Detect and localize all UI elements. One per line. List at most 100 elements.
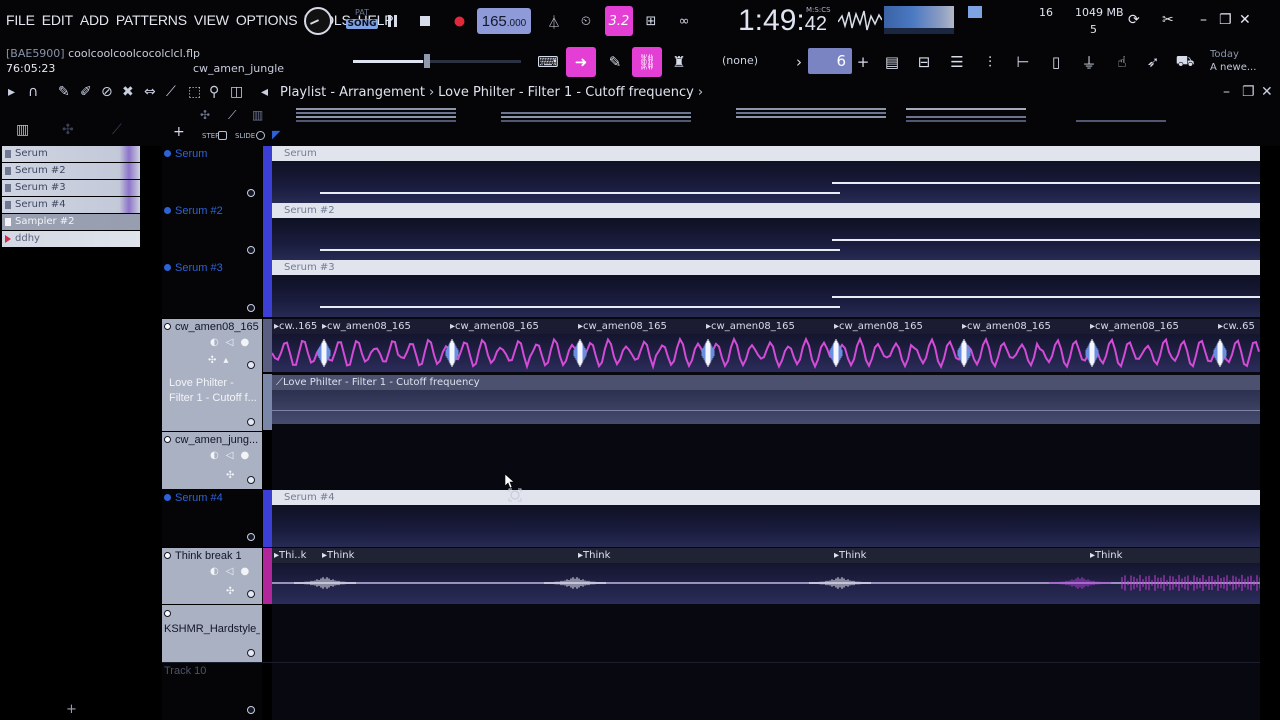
move-icon[interactable]: ✣ bbox=[208, 355, 216, 366]
collapse-icon[interactable]: ▴ bbox=[223, 355, 228, 366]
channel-rack-button[interactable]: ☰ bbox=[945, 51, 969, 73]
track-header[interactable]: Serum #4 bbox=[162, 490, 262, 547]
loop-record-button[interactable]: ∞ bbox=[673, 10, 695, 32]
master-volume-knob[interactable] bbox=[304, 7, 332, 35]
track-select-radio[interactable] bbox=[247, 533, 255, 541]
track-select-radio[interactable] bbox=[247, 476, 255, 484]
channel-select[interactable]: (none) bbox=[722, 54, 758, 67]
link-controllers-button[interactable]: ⛓ bbox=[632, 47, 662, 77]
menu-add[interactable]: ADD bbox=[80, 12, 109, 28]
automation-view-button[interactable]: ⟋ bbox=[112, 122, 122, 138]
mixer-button[interactable]: ⫶ bbox=[978, 51, 1002, 73]
record-dot-icon[interactable]: ● bbox=[240, 450, 249, 461]
delete-tool[interactable]: ⊘ bbox=[101, 84, 113, 100]
slice-tool[interactable]: ⟋ bbox=[166, 84, 176, 100]
picker-item[interactable]: Serum #3 bbox=[2, 180, 140, 196]
add-track-button[interactable]: + bbox=[173, 124, 185, 140]
picker-item[interactable]: Sampler #2 bbox=[2, 214, 140, 230]
fx-icon[interactable]: ◐ bbox=[210, 450, 219, 461]
playback-tool[interactable]: ◫ bbox=[230, 84, 243, 100]
menu-options[interactable]: OPTIONS bbox=[236, 12, 298, 28]
track-header[interactable]: cw_amen08_165 ◐ ◁ ● ✣ ▴ bbox=[162, 319, 262, 374]
record-button[interactable] bbox=[448, 10, 470, 32]
pattern-view-button[interactable]: ✣ bbox=[62, 122, 74, 138]
step-toggle[interactable] bbox=[218, 131, 227, 140]
fx-icon[interactable]: ◐ bbox=[210, 337, 219, 348]
shop-button[interactable]: ⛟ bbox=[1173, 51, 1197, 73]
plugin-database-button[interactable]: ⏚ bbox=[1077, 51, 1101, 73]
pattern-clip[interactable]: Serum #3 bbox=[272, 260, 1260, 317]
mute-tool[interactable]: ✖ bbox=[122, 84, 134, 100]
add-pattern-button[interactable]: + bbox=[851, 51, 875, 73]
audio-clip-row[interactable]: ▸ Thi..k 1 ▸ Think break 1 ▸ Think break… bbox=[44, 548, 1261, 607]
playhead-marker-icon[interactable]: ◤ bbox=[272, 128, 280, 141]
zoom-tool[interactable]: ⚲ bbox=[209, 84, 219, 100]
track-header[interactable]: Think break 1 ◐ ◁ ● ✣ bbox=[162, 548, 262, 604]
refresh-button[interactable]: ⟳ bbox=[1128, 12, 1140, 28]
multilink-button[interactable]: ✎ bbox=[603, 51, 627, 73]
metronome-button[interactable]: ⏃ bbox=[543, 10, 565, 32]
pattern-clip[interactable]: Serum #2 bbox=[272, 203, 1260, 260]
playlist-options-button[interactable]: ◂ bbox=[261, 84, 268, 100]
menu-edit[interactable]: EDIT bbox=[42, 12, 73, 28]
track-header[interactable]: Serum bbox=[162, 146, 262, 203]
track-header[interactable]: Serum #3 bbox=[162, 260, 262, 318]
picker-item[interactable]: Serum bbox=[2, 146, 140, 162]
news-panel[interactable]: Today A newe... bbox=[1210, 48, 1256, 74]
playlist-button[interactable]: ▤ bbox=[880, 51, 904, 73]
plugin-button[interactable]: ✂ bbox=[1162, 12, 1174, 28]
pause-button[interactable] bbox=[382, 10, 404, 32]
pat-song-toggle[interactable]: PAT SONG bbox=[346, 8, 378, 36]
master-pitch-handle[interactable] bbox=[424, 54, 430, 68]
record-dot-icon[interactable]: ● bbox=[240, 337, 249, 348]
picker-item[interactable]: Serum #2 bbox=[2, 163, 140, 179]
select-tool[interactable]: ⬚ bbox=[188, 84, 201, 100]
browser-button[interactable]: ⊢ bbox=[1011, 51, 1035, 73]
minimize-button[interactable]: – bbox=[1200, 12, 1207, 28]
project-info-button[interactable]: ▯ bbox=[1044, 51, 1068, 73]
track-select-radio[interactable] bbox=[247, 418, 255, 426]
slide-toggle[interactable] bbox=[256, 131, 265, 140]
blend-notes-button[interactable]: ⊞ bbox=[640, 10, 662, 32]
automation-clip[interactable]: ⟋Love Philter - Filter 1 - Cutoff freque… bbox=[272, 375, 1260, 424]
record-dot-icon[interactable]: ● bbox=[240, 566, 249, 577]
track-select-radio[interactable] bbox=[247, 361, 255, 369]
move-icon[interactable]: ✣ bbox=[226, 470, 234, 481]
piano-roll-button[interactable]: ⊟ bbox=[912, 51, 936, 73]
track-header[interactable]: Serum #2 bbox=[162, 203, 262, 260]
move-icon[interactable]: ✣ bbox=[226, 586, 234, 597]
pattern-clip[interactable]: Serum bbox=[272, 146, 1260, 203]
tempo-display[interactable]: 165.000 bbox=[477, 8, 531, 34]
step-edit-button[interactable]: ➜ bbox=[566, 47, 596, 77]
track-header[interactable]: Track 10 bbox=[162, 663, 262, 720]
playlist-menu-button[interactable]: ▸ bbox=[8, 84, 15, 100]
menu-patterns[interactable]: PATTERNS bbox=[116, 12, 187, 28]
menu-file[interactable]: FILE bbox=[6, 12, 35, 28]
track-select-radio[interactable] bbox=[247, 590, 255, 598]
stop-button[interactable] bbox=[414, 10, 436, 32]
speaker-icon[interactable]: ◁ bbox=[226, 450, 234, 461]
countdown-button[interactable]: 3.2 bbox=[605, 6, 633, 36]
speaker-icon[interactable]: ◁ bbox=[226, 337, 234, 348]
wait-input-button[interactable]: ⏲ bbox=[575, 10, 597, 32]
slip-tool[interactable]: ⇔ bbox=[144, 84, 156, 100]
piano-view-button[interactable]: ▥ bbox=[16, 122, 29, 138]
menu-view[interactable]: VIEW bbox=[194, 12, 229, 28]
track-header[interactable]: Love Philter - Filter 1 - Cutoff f... bbox=[162, 374, 262, 431]
plugin-picker-button[interactable]: ♜ bbox=[667, 51, 691, 73]
playlist-maximize-button[interactable]: ❐ bbox=[1242, 84, 1255, 100]
track-select-radio[interactable] bbox=[247, 246, 255, 254]
fx-icon[interactable]: ◐ bbox=[210, 566, 219, 577]
touch-controller-button[interactable]: ☝ bbox=[1110, 51, 1134, 73]
track-select-radio[interactable] bbox=[247, 189, 255, 197]
magnet-button[interactable]: ∩ bbox=[28, 84, 38, 100]
maximize-button[interactable]: ❐ bbox=[1219, 12, 1232, 28]
track-select-radio[interactable] bbox=[247, 706, 255, 714]
picker-add-button[interactable]: + bbox=[66, 702, 77, 717]
snap-selector[interactable]: 6 bbox=[808, 48, 852, 74]
typing-keyboard-button[interactable]: ⌨ bbox=[536, 51, 560, 73]
paint-tool[interactable]: ✐ bbox=[80, 84, 92, 100]
picker-item[interactable]: Serum #4 bbox=[2, 197, 140, 213]
playlist-minimize-button[interactable]: – bbox=[1223, 84, 1230, 100]
arrangement-overview[interactable] bbox=[296, 106, 1166, 128]
